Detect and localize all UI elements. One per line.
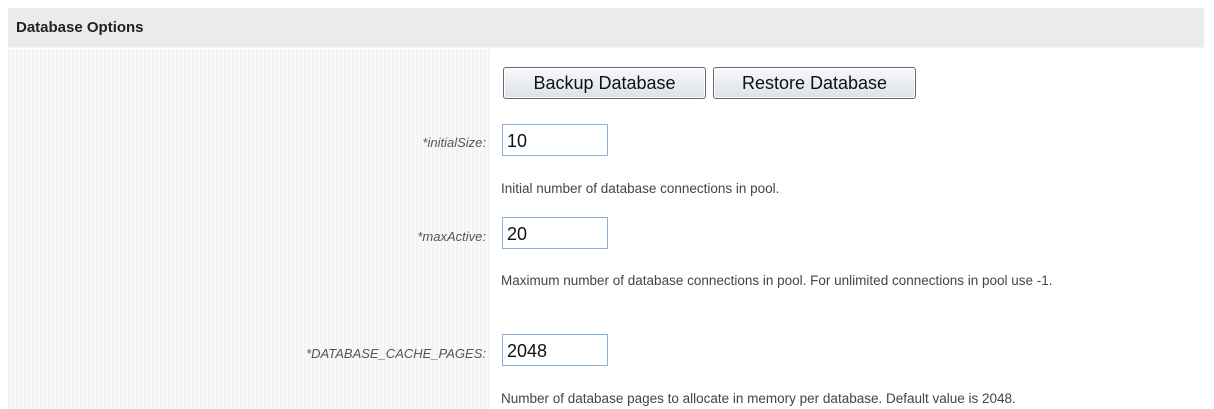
initial-size-label: *initialSize: <box>422 135 486 150</box>
backup-database-button[interactable]: Backup Database <box>503 67 706 99</box>
panel-header: Database Options <box>8 8 1204 48</box>
initial-size-help: Initial number of database connections i… <box>501 181 780 196</box>
panel-title: Database Options <box>16 19 144 36</box>
initial-size-input[interactable] <box>502 124 608 156</box>
panel-body: Backup Database Restore Database *initia… <box>8 49 1204 409</box>
max-active-input[interactable] <box>502 217 608 249</box>
database-cache-pages-input[interactable] <box>502 334 608 366</box>
restore-database-button[interactable]: Restore Database <box>713 67 916 99</box>
max-active-help: Maximum number of database connections i… <box>501 273 1053 288</box>
database-cache-pages-help: Number of database pages to allocate in … <box>501 391 1016 406</box>
database-cache-pages-label: *DATABASE_CACHE_PAGES: <box>306 346 486 361</box>
database-options-panel: Database Options Backup Database Restore… <box>8 8 1204 409</box>
max-active-label: *maxActive: <box>417 229 486 244</box>
